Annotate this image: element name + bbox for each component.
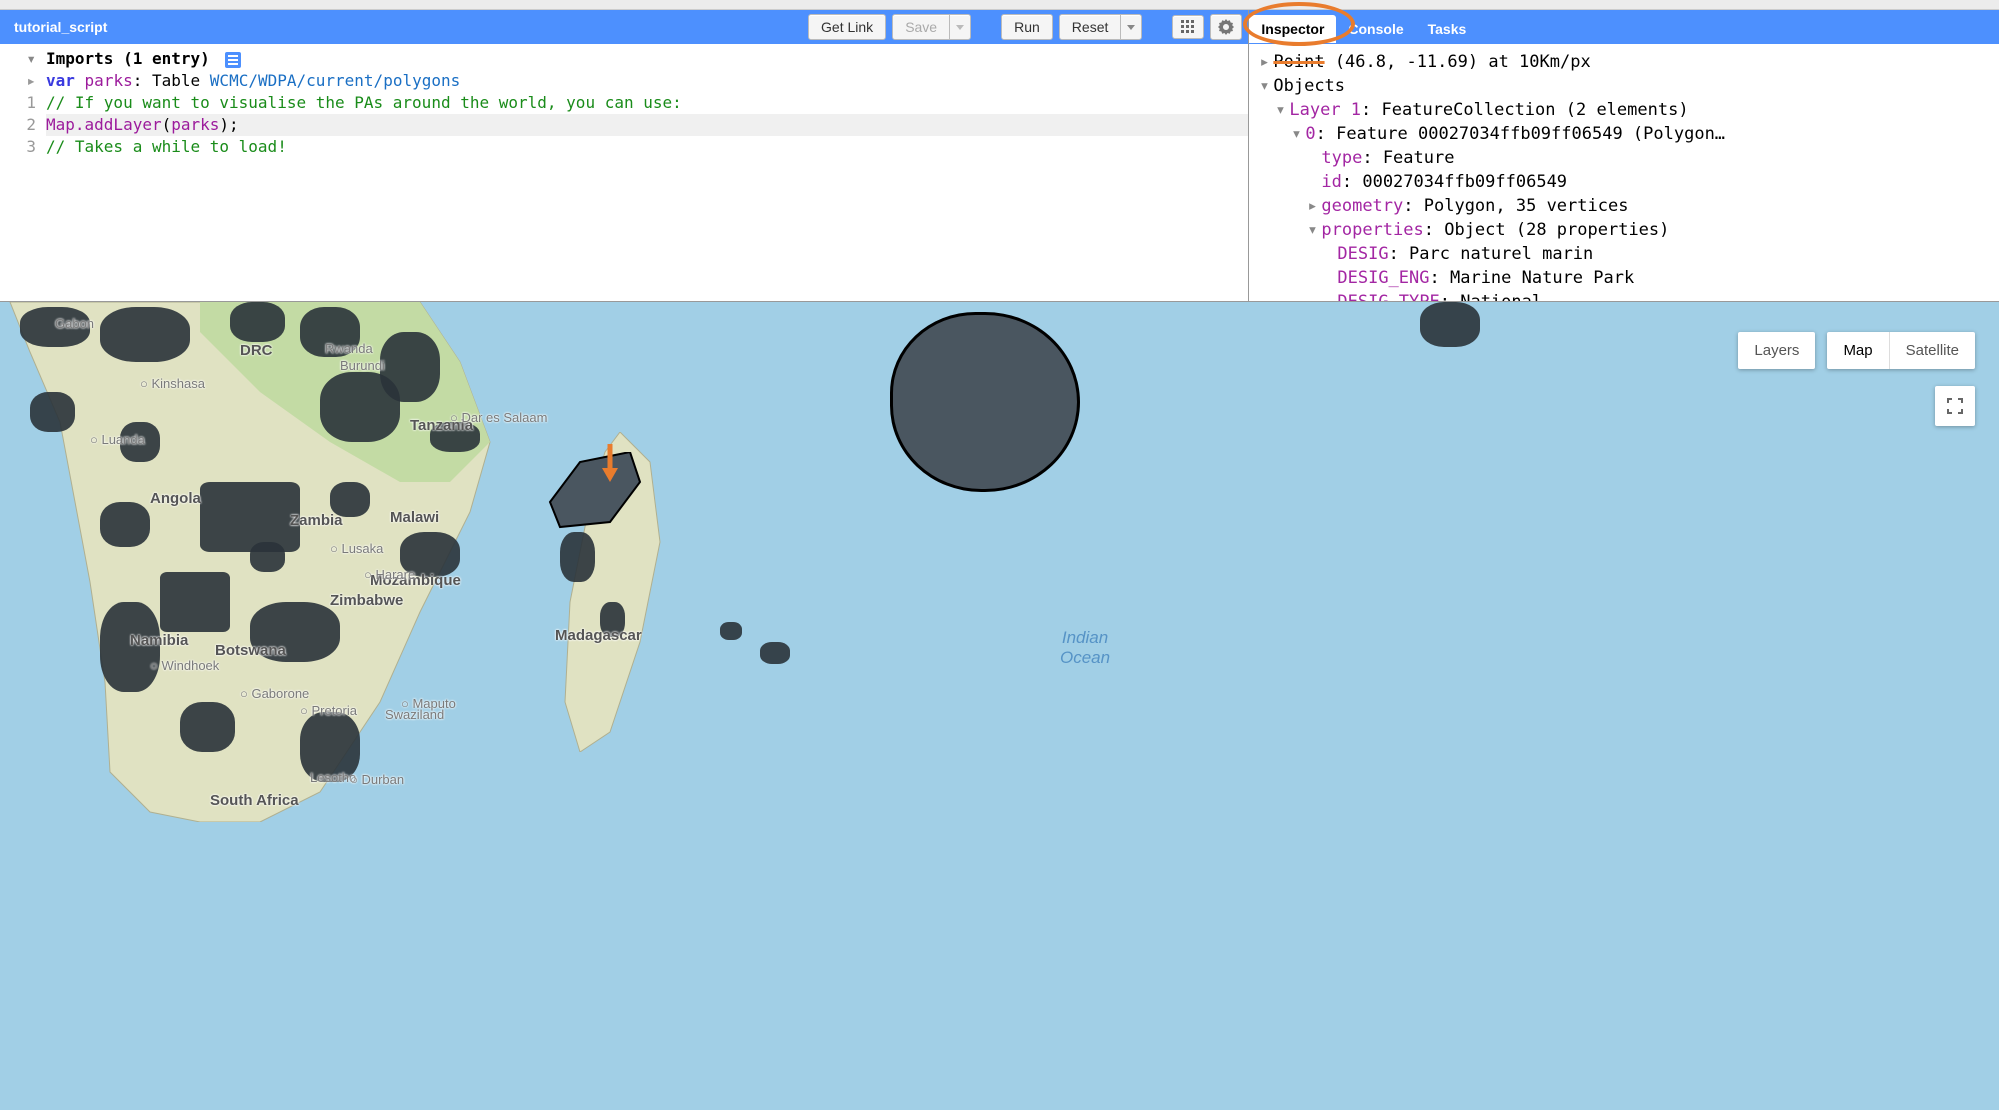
- save-button-group: Save: [892, 14, 971, 40]
- inspector-properties-row[interactable]: ▾properties: Object (28 properties): [1259, 218, 1989, 242]
- polygon-pa: [120, 422, 160, 462]
- grid-icon: [1181, 20, 1195, 34]
- map-type-satellite[interactable]: Satellite: [1890, 332, 1975, 369]
- fullscreen-icon: [1947, 398, 1963, 414]
- inspector-geometry-row[interactable]: ▸geometry: Polygon, 35 vertices: [1259, 194, 1989, 218]
- map-type-toggle: Map Satellite: [1827, 332, 1975, 369]
- polygon-pa: [430, 422, 480, 452]
- caret-down-icon[interactable]: ▾: [1291, 122, 1305, 146]
- code-editor-panel: tutorial_script Get Link Save Run Reset: [0, 10, 1249, 301]
- map-controls: Layers Map Satellite: [1738, 332, 1975, 369]
- gear-icon: [1218, 19, 1234, 35]
- inspector-kv-row[interactable]: DESIG_ENG: Marine Nature Park: [1259, 266, 1989, 290]
- polygon-pa: [300, 712, 360, 782]
- polygon-pa: [100, 602, 160, 692]
- code-line-active[interactable]: Map.addLayer(parks);: [46, 114, 1248, 136]
- caret-right-icon[interactable]: ▸: [1307, 194, 1321, 218]
- doc-icon[interactable]: [225, 52, 241, 68]
- inspector-objects-row[interactable]: ▾Objects: [1259, 74, 1989, 98]
- fold-caret-icon[interactable]: ▸: [4, 70, 36, 92]
- caret-down-icon[interactable]: ▾: [1307, 218, 1321, 242]
- line-gutter: ▾ ▸ 1 2 3: [0, 44, 46, 301]
- window-titlebar-strip: [0, 0, 1999, 10]
- inspector-feature-row[interactable]: ▾0: Feature 00027034ffb09ff06549 (Polygo…: [1259, 122, 1989, 146]
- inspector-panel: Inspector Console Tasks ▸Point Point (46…: [1249, 10, 1999, 301]
- polygon-pa: [330, 482, 370, 517]
- polygon-pa: [720, 622, 742, 640]
- save-dropdown[interactable]: [950, 14, 971, 40]
- polygon-pa: [160, 572, 230, 632]
- line-number: 2: [4, 114, 36, 136]
- polygon-pa: [400, 532, 460, 577]
- polygon-pa: [230, 302, 285, 342]
- polygon-pa: [250, 542, 285, 572]
- polygon-pa: [250, 602, 340, 662]
- ocean-label: Indian Ocean: [1060, 628, 1110, 668]
- inspector-tree[interactable]: ▸Point Point (46.8, -11.69) at 10Km/px(4…: [1249, 44, 1999, 301]
- tab-inspector[interactable]: Inspector: [1249, 15, 1336, 43]
- polygon-pa: [560, 532, 595, 582]
- save-button[interactable]: Save: [892, 14, 950, 40]
- map-type-map[interactable]: Map: [1827, 332, 1888, 369]
- code-editor[interactable]: ▾ ▸ 1 2 3 Imports (1 entry) var parks: T…: [0, 44, 1248, 301]
- apps-icon-button[interactable]: [1172, 15, 1204, 39]
- layers-button[interactable]: Layers: [1738, 332, 1815, 369]
- polygon-pa: [100, 502, 150, 547]
- polygon-pa: [180, 702, 235, 752]
- inspector-point-row[interactable]: ▸Point Point (46.8, -11.69) at 10Km/px(4…: [1259, 50, 1989, 74]
- polygon-pa: [320, 372, 400, 442]
- caret-down-icon[interactable]: ▾: [1275, 98, 1289, 122]
- reset-dropdown[interactable]: [1121, 14, 1142, 40]
- inspector-kv-row[interactable]: type: Feature: [1259, 146, 1989, 170]
- polygon-pa: [1420, 302, 1480, 347]
- chevron-down-icon: [956, 25, 964, 30]
- imports-header[interactable]: Imports (1 entry): [46, 48, 1248, 70]
- polygon-pa: [200, 482, 300, 552]
- chevron-down-icon: [1127, 25, 1135, 30]
- polygon-pa: [30, 392, 75, 432]
- right-panel-tabs: Inspector Console Tasks: [1249, 10, 1999, 44]
- map-canvas[interactable]: DRC Angola Zambia Namibia Botswana Zimba…: [0, 302, 1999, 1110]
- polygon-pa: [600, 602, 625, 637]
- layers-label: Layers: [1738, 332, 1815, 369]
- code-body[interactable]: Imports (1 entry) var parks: Table WCMC/…: [46, 44, 1248, 301]
- get-link-button[interactable]: Get Link: [808, 14, 886, 40]
- settings-icon-button[interactable]: [1210, 14, 1242, 40]
- polygon-pa: [100, 307, 190, 362]
- reset-button[interactable]: Reset: [1059, 14, 1122, 40]
- run-button[interactable]: Run: [1001, 14, 1053, 40]
- import-line[interactable]: var parks: Table WCMC/WDPA/current/polyg…: [46, 70, 1248, 92]
- polygon-marine-park: [890, 312, 1080, 492]
- upper-split: tutorial_script Get Link Save Run Reset: [0, 10, 1999, 302]
- polygon-comoros: [540, 452, 650, 532]
- inspector-kv-row[interactable]: DESIG_TYPE: National: [1259, 290, 1989, 301]
- inspector-kv-row[interactable]: id: 00027034ffb09ff06549: [1259, 170, 1989, 194]
- caret-down-icon[interactable]: ▾: [1259, 74, 1273, 98]
- script-name[interactable]: tutorial_script: [6, 19, 802, 35]
- editor-toolbar: tutorial_script Get Link Save Run Reset: [0, 10, 1248, 44]
- inspector-layer-row[interactable]: ▾Layer 1: FeatureCollection (2 elements): [1259, 98, 1989, 122]
- line-number: 3: [4, 136, 36, 158]
- tab-console[interactable]: Console: [1336, 15, 1415, 43]
- tab-tasks[interactable]: Tasks: [1416, 15, 1479, 43]
- line-number: 1: [4, 92, 36, 114]
- caret-right-icon[interactable]: ▸: [1259, 50, 1273, 74]
- polygon-pa: [20, 307, 90, 347]
- inspector-kv-row[interactable]: DESIG: Parc naturel marin: [1259, 242, 1989, 266]
- fullscreen-button[interactable]: [1935, 386, 1975, 426]
- code-line[interactable]: // Takes a while to load!: [46, 136, 1248, 158]
- fold-caret-icon[interactable]: ▾: [4, 48, 36, 70]
- polygon-pa: [300, 307, 360, 357]
- code-line[interactable]: // If you want to visualise the PAs arou…: [46, 92, 1248, 114]
- reset-button-group: Reset: [1059, 14, 1143, 40]
- polygon-pa: [760, 642, 790, 664]
